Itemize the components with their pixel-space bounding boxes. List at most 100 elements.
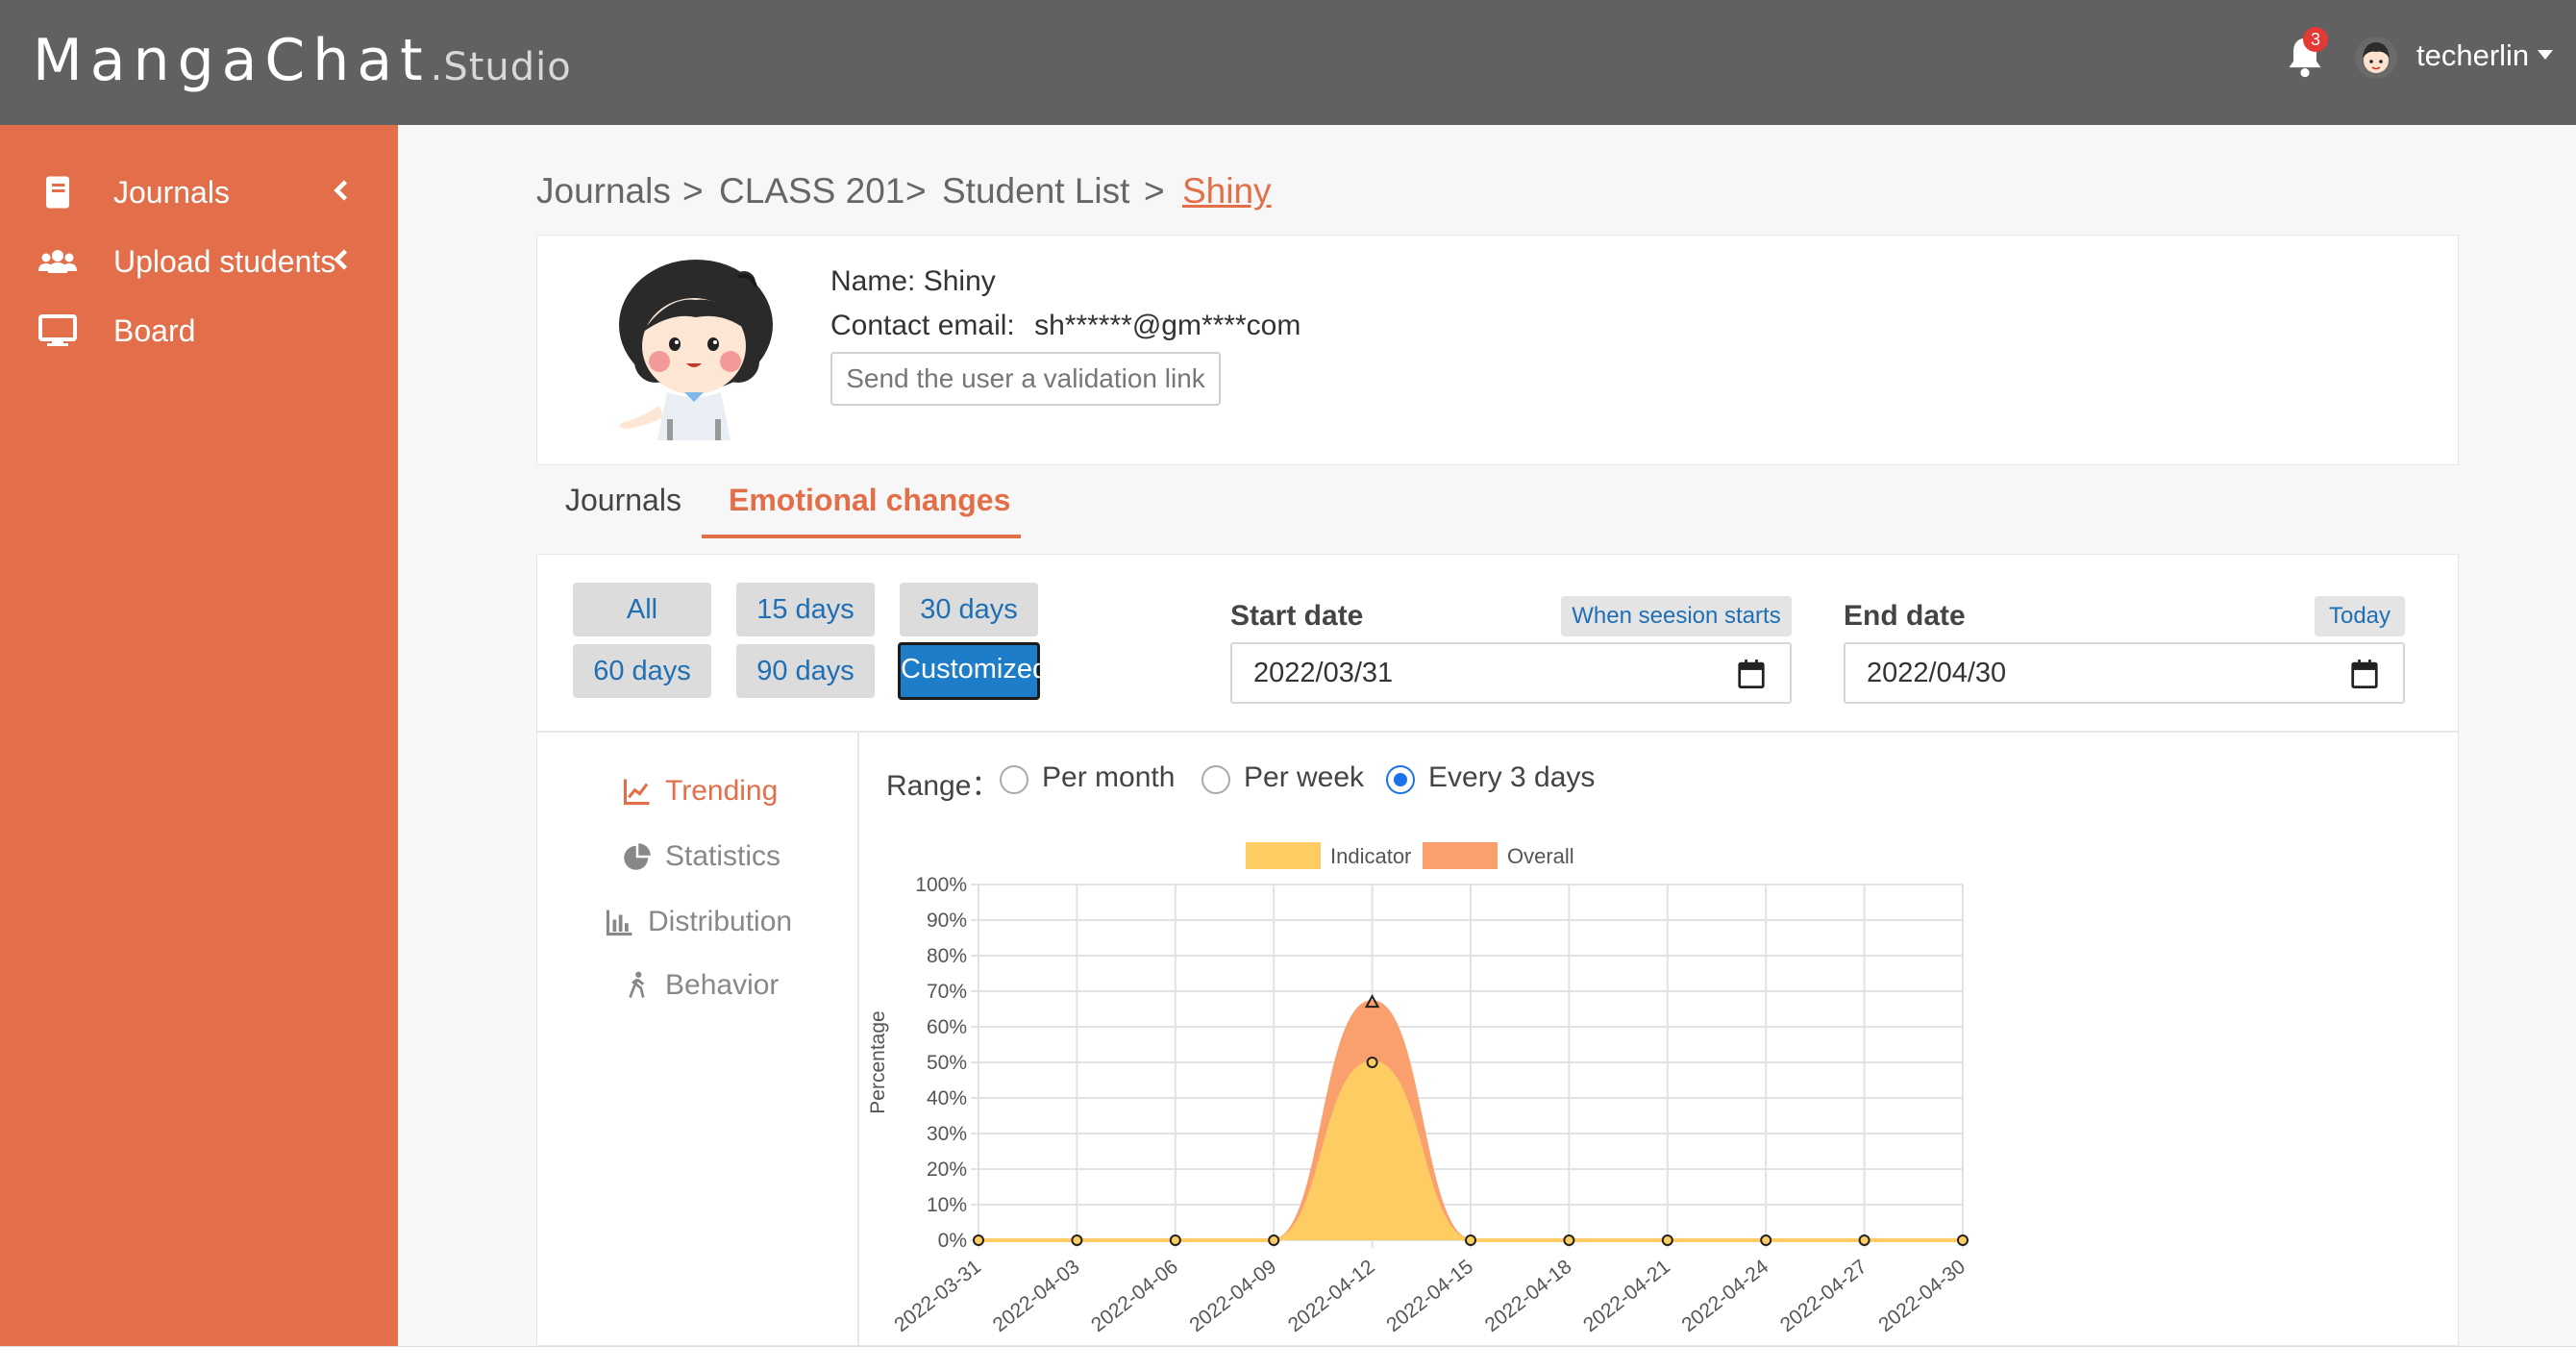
data-point-indicator xyxy=(1366,1057,1378,1068)
x-tick-label: 2022-04-27 xyxy=(1776,1256,1871,1336)
legend-label: Indicator xyxy=(1330,844,1411,868)
radio-label-every-3-days[interactable]: Every 3 days xyxy=(1428,761,1595,794)
breadcrumb-student-list[interactable]: Student List xyxy=(942,171,1129,212)
y-tick-label: 80% xyxy=(927,945,967,967)
breadcrumb-class[interactable]: CLASS 201 xyxy=(719,171,904,212)
email-value: sh******@gm****com xyxy=(1034,310,1301,341)
data-point-indicator xyxy=(1169,1234,1181,1246)
email-label: Contact email: xyxy=(830,310,1015,341)
filter-30-days-button[interactable]: 30 days xyxy=(900,583,1038,636)
y-tick-label: 60% xyxy=(927,1016,967,1038)
legend-swatch xyxy=(1246,842,1321,869)
notification-badge: 3 xyxy=(2303,27,2328,52)
chevron-left-icon[interactable] xyxy=(333,179,350,202)
chevron-left-icon[interactable] xyxy=(333,248,350,271)
y-tick-label: 30% xyxy=(927,1123,967,1145)
name-row: Name: Shiny xyxy=(830,265,996,298)
x-tick-label: 2022-03-31 xyxy=(890,1256,985,1336)
data-point-indicator xyxy=(1760,1234,1772,1246)
y-tick-label: 100% xyxy=(915,874,967,896)
users-icon xyxy=(38,250,77,273)
y-axis-label: Percentage xyxy=(867,1010,889,1113)
brand-main: MangaChat xyxy=(33,27,431,94)
x-tick-label: 2022-04-03 xyxy=(989,1256,1084,1336)
breadcrumb-current[interactable]: Shiny xyxy=(1182,171,1272,212)
bar-chart-icon xyxy=(606,910,632,936)
y-tick-label: 10% xyxy=(927,1194,967,1216)
profile-card xyxy=(536,235,2459,465)
sidebar-item-label: Journals xyxy=(113,175,230,210)
start-date-value: 2022/03/31 xyxy=(1253,658,1394,688)
legend-swatch xyxy=(1423,842,1498,869)
menu-label: Behavior xyxy=(665,969,780,1001)
x-tick-label: 2022-04-09 xyxy=(1185,1256,1280,1336)
y-tick-label: 20% xyxy=(927,1159,967,1181)
filter-15-days-button[interactable]: 15 days xyxy=(736,583,875,636)
walking-icon xyxy=(629,971,645,998)
filter-customized-button[interactable]: Customized xyxy=(898,642,1048,700)
data-point-indicator xyxy=(1563,1234,1575,1246)
legend-label: Overall xyxy=(1507,844,1574,868)
start-date-input[interactable]: 2022/03/31 xyxy=(1230,642,1792,704)
brand-suffix: .Studio xyxy=(430,45,572,89)
start-date-label: Start date xyxy=(1230,600,1364,632)
tab-journals[interactable]: Journals xyxy=(565,483,681,518)
caret-down-icon[interactable] xyxy=(2538,50,2553,60)
menu-label: Statistics xyxy=(665,840,781,872)
end-date-label: End date xyxy=(1844,600,1966,632)
student-avatar xyxy=(619,260,773,440)
x-tick-label: 2022-04-21 xyxy=(1579,1256,1674,1336)
range-label: Range： xyxy=(886,770,1001,802)
user-avatar[interactable] xyxy=(2355,37,2397,79)
radio-every-3-days[interactable] xyxy=(1386,765,1415,794)
y-tick-label: 90% xyxy=(927,910,967,932)
x-tick-label: 2022-04-06 xyxy=(1087,1256,1182,1336)
y-tick-label: 50% xyxy=(927,1052,967,1074)
sidebar-item-board[interactable]: Board xyxy=(0,300,398,361)
line-chart-icon xyxy=(623,779,650,806)
calendar-icon[interactable] xyxy=(2351,660,2378,688)
session-start-chip[interactable]: When seesion starts xyxy=(1561,596,1792,636)
data-point-indicator xyxy=(1957,1234,1969,1246)
end-date-input[interactable]: 2022/04/30 xyxy=(1844,642,2405,704)
x-tick-label: 2022-04-15 xyxy=(1382,1256,1477,1336)
monitor-icon xyxy=(38,314,77,346)
filter-90-days-button[interactable]: 90 days xyxy=(736,644,875,698)
x-tick-label: 2022-04-24 xyxy=(1677,1256,1772,1336)
data-point-indicator xyxy=(1465,1234,1476,1246)
send-validation-link-button[interactable]: Send the user a validation link xyxy=(830,352,1221,406)
x-tick-label: 2022-04-30 xyxy=(1874,1256,1969,1336)
sidebar-item-label: Board xyxy=(113,313,196,348)
data-point-indicator xyxy=(1858,1234,1870,1246)
y-tick-label: 40% xyxy=(927,1087,967,1109)
radio-label-per-month[interactable]: Per month xyxy=(1042,761,1175,794)
sidebar: Journals Upload students Board xyxy=(0,125,398,1346)
data-point-indicator xyxy=(1071,1234,1083,1246)
radio-label-per-week[interactable]: Per week xyxy=(1244,761,1364,794)
name-value: Shiny xyxy=(923,265,996,297)
breadcrumb-separator: > xyxy=(905,171,927,211)
y-tick-label: 70% xyxy=(927,981,967,1003)
tab-emotional-changes[interactable]: Emotional changes xyxy=(729,483,1010,518)
radio-per-week[interactable] xyxy=(1201,765,1230,794)
username-dropdown[interactable]: techerlin xyxy=(2416,38,2529,73)
breadcrumb-journals[interactable]: Journals xyxy=(536,171,671,212)
radio-per-month[interactable] xyxy=(1000,765,1028,794)
active-tab-indicator xyxy=(702,535,1021,538)
x-tick-label: 2022-04-12 xyxy=(1284,1256,1379,1336)
brand-logo[interactable]: MangaChat.Studio xyxy=(33,27,572,94)
calendar-icon[interactable] xyxy=(1738,660,1765,688)
filter-60-days-button[interactable]: 60 days xyxy=(573,644,711,698)
x-tick-label: 2022-04-18 xyxy=(1481,1256,1576,1336)
data-point-indicator xyxy=(1661,1234,1673,1246)
breadcrumb-separator: > xyxy=(682,171,704,211)
sidebar-item-journals[interactable]: Journals xyxy=(0,162,398,223)
sidebar-item-upload-students[interactable]: Upload students xyxy=(0,231,398,292)
name-label: Name: xyxy=(830,265,916,297)
data-point-indicator xyxy=(973,1234,984,1246)
bottom-strip xyxy=(0,1346,2576,1371)
breadcrumb-separator: > xyxy=(1144,171,1165,211)
y-tick-label: 0% xyxy=(938,1230,967,1252)
today-chip[interactable]: Today xyxy=(2315,596,2405,636)
filter-all-button[interactable]: All xyxy=(573,583,711,636)
